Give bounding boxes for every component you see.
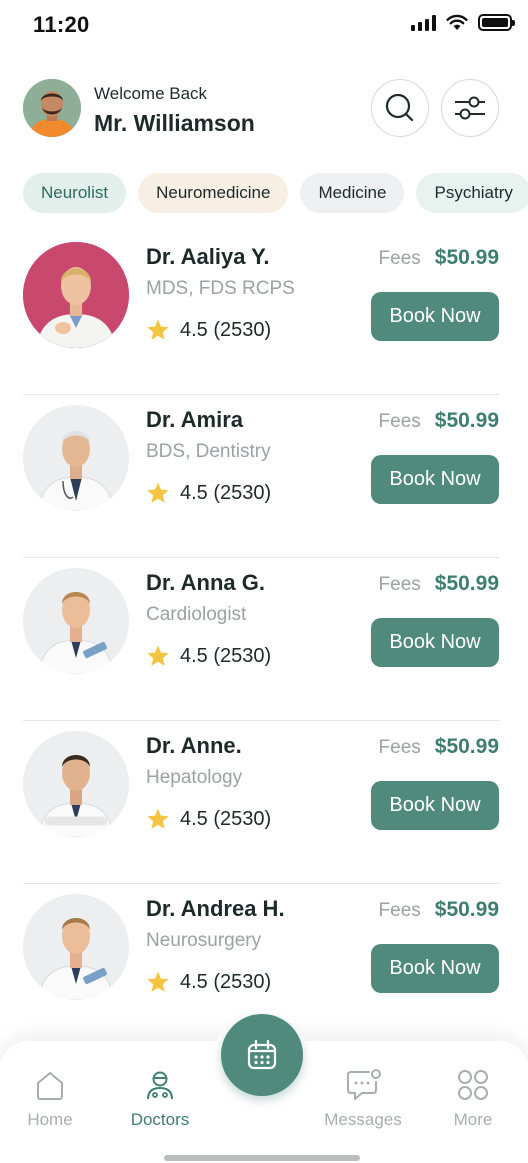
status-bar: 11:20 xyxy=(0,0,528,52)
book-now-button[interactable]: Book Now xyxy=(371,944,499,993)
fees-label: Fees xyxy=(378,411,421,432)
filter-button[interactable] xyxy=(441,79,499,137)
star-icon xyxy=(147,971,169,992)
rating-text: 4.5 (2530) xyxy=(180,644,272,667)
home-indicator xyxy=(164,1155,360,1161)
sliders-icon xyxy=(455,96,485,120)
doctor-specialty: Hepatology xyxy=(146,767,243,788)
doctor-name: Dr. Aaliya Y. xyxy=(146,244,270,269)
star-icon xyxy=(147,808,169,829)
chip-neuromedicine[interactable]: Neuromedicine xyxy=(138,173,289,213)
nav-messages[interactable]: Messages xyxy=(313,1068,413,1130)
status-icons xyxy=(411,14,515,31)
wifi-icon xyxy=(446,14,468,30)
nav-label: Doctors xyxy=(130,1110,190,1129)
fees-label: Fees xyxy=(378,900,421,921)
doctor-name: Dr. Anne. xyxy=(146,733,242,758)
doctor-list: Dr. Aaliya Y. MDS, FDS RCPS 4.5 (2530) F… xyxy=(0,232,528,1047)
nav-more[interactable]: More xyxy=(423,1068,523,1130)
avatar-illustration xyxy=(23,79,81,137)
doctor-photo xyxy=(23,568,129,674)
fees-label: Fees xyxy=(378,574,421,595)
doctor-specialty: BDS, Dentistry xyxy=(146,441,271,462)
welcome-text: Welcome Back xyxy=(94,84,208,103)
doctor-photo xyxy=(23,405,129,511)
chip-neurolist[interactable]: Neurolist xyxy=(23,173,127,213)
book-now-button[interactable]: Book Now xyxy=(371,781,499,830)
book-now-button[interactable]: Book Now xyxy=(371,455,499,504)
fees-value: $50.99 xyxy=(434,409,499,432)
fees-label: Fees xyxy=(378,737,421,758)
doctor-photo xyxy=(23,894,129,1000)
doctor-specialty: MDS, FDS RCPS xyxy=(146,278,295,299)
search-icon xyxy=(385,93,414,122)
nav-label: Home xyxy=(27,1110,73,1129)
doctor-specialty: Cardiologist xyxy=(146,604,247,625)
category-chips: Neurolist Neuromedicine Medicine Psychia… xyxy=(23,173,528,213)
signal-icon xyxy=(411,14,436,31)
fees-value: $50.99 xyxy=(434,246,499,269)
nav-label: More xyxy=(453,1110,493,1129)
home-icon xyxy=(37,1072,63,1100)
doctor-rating: 4.5 (2530) xyxy=(146,970,271,994)
star-icon xyxy=(147,482,169,503)
star-icon xyxy=(147,645,169,666)
doctor-name: Dr. Anna G. xyxy=(146,570,265,595)
chip-medicine[interactable]: Medicine xyxy=(300,173,405,213)
doctor-photo xyxy=(23,731,129,837)
rating-text: 4.5 (2530) xyxy=(180,318,272,341)
fees: Fees $50.99 xyxy=(379,246,499,270)
nav-home[interactable]: Home xyxy=(0,1068,100,1130)
nav-doctors[interactable]: Doctors xyxy=(110,1068,210,1130)
chip-psychiatry[interactable]: Psychiatry xyxy=(416,173,528,213)
doctor-card[interactable]: Dr. Anne. Hepatology 4.5 (2530) Fees $50… xyxy=(0,721,528,884)
doctor-name: Dr. Amira xyxy=(146,407,244,432)
fees: Fees $50.99 xyxy=(379,409,499,433)
fees: Fees $50.99 xyxy=(379,572,499,596)
doctor-card[interactable]: Dr. Aaliya Y. MDS, FDS RCPS 4.5 (2530) F… xyxy=(0,232,528,395)
doctor-icon xyxy=(147,1071,173,1100)
grid-icon xyxy=(458,1070,488,1100)
appointments-fab[interactable] xyxy=(221,1014,303,1096)
doctor-rating: 4.5 (2530) xyxy=(146,807,271,831)
rating-text: 4.5 (2530) xyxy=(180,807,272,830)
fees: Fees $50.99 xyxy=(379,898,499,922)
nav-label: Messages xyxy=(324,1110,402,1129)
status-time: 11:20 xyxy=(33,12,90,37)
book-now-button[interactable]: Book Now xyxy=(371,618,499,667)
doctor-rating: 4.5 (2530) xyxy=(146,481,271,505)
fees-value: $50.99 xyxy=(434,898,499,921)
doctor-rating: 4.5 (2530) xyxy=(146,644,271,668)
fees-value: $50.99 xyxy=(434,735,499,758)
fees: Fees $50.99 xyxy=(379,735,499,759)
doctor-card[interactable]: Dr. Amira BDS, Dentistry 4.5 (2530) Fees… xyxy=(0,395,528,558)
doctor-photo xyxy=(23,242,129,348)
search-button[interactable] xyxy=(371,79,429,137)
avatar[interactable] xyxy=(23,79,81,137)
fees-label: Fees xyxy=(378,248,421,269)
user-name: Mr. Williamson xyxy=(94,110,255,136)
book-now-button[interactable]: Book Now xyxy=(371,292,499,341)
battery-icon xyxy=(478,14,515,31)
doctor-specialty: Neurosurgery xyxy=(146,930,262,951)
messages-icon xyxy=(347,1069,381,1100)
calendar-icon xyxy=(247,1039,277,1070)
star-icon xyxy=(147,319,169,340)
fees-value: $50.99 xyxy=(434,572,499,595)
doctor-card[interactable]: Dr. Anna G. Cardiologist 4.5 (2530) Fees… xyxy=(0,558,528,721)
doctor-name: Dr. Andrea H. xyxy=(146,896,285,921)
doctor-rating: 4.5 (2530) xyxy=(146,318,271,342)
rating-text: 4.5 (2530) xyxy=(180,970,272,993)
rating-text: 4.5 (2530) xyxy=(180,481,272,504)
